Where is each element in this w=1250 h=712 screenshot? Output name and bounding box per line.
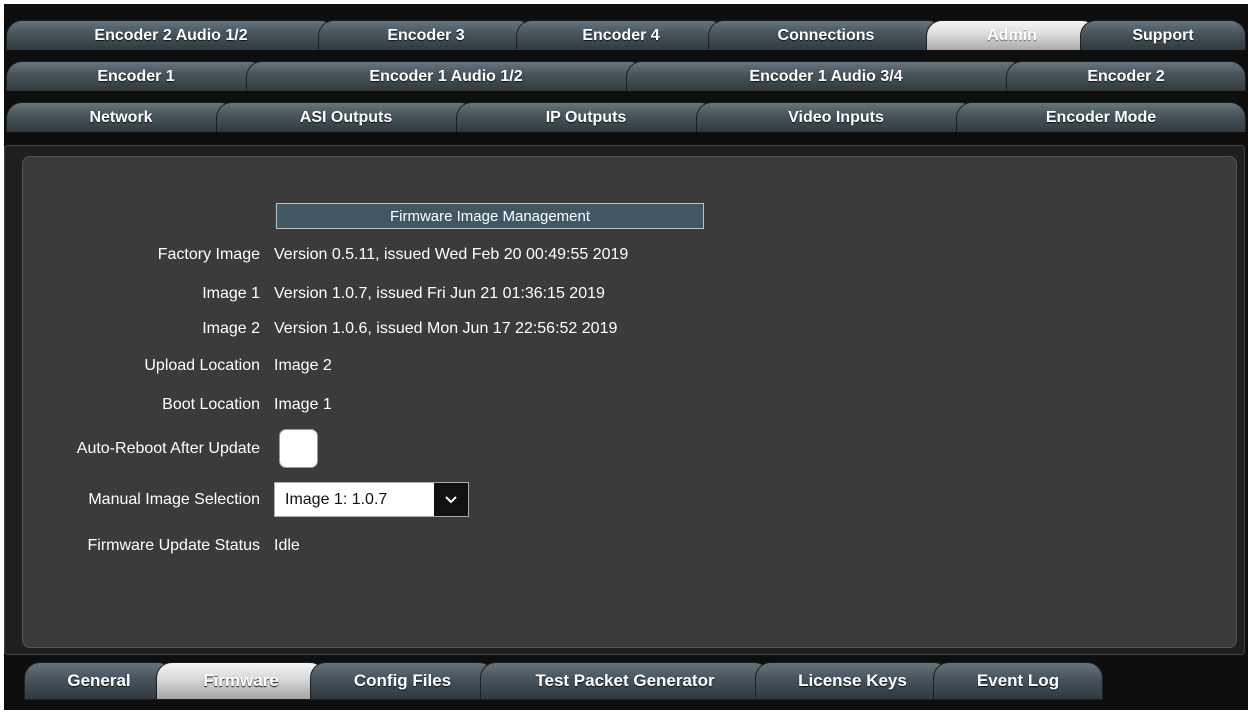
tab-label: Encoder 2 Audio 1/2 xyxy=(94,26,248,44)
auto-reboot-label: Auto-Reboot After Update xyxy=(76,440,260,457)
tab-label: License Keys xyxy=(798,671,907,690)
tab-encoder-3[interactable]: Encoder 3 xyxy=(318,20,534,50)
tab-support[interactable]: Support xyxy=(1080,20,1246,50)
tab-encoder-4[interactable]: Encoder 4 xyxy=(516,20,726,50)
tab-label: Encoder 1 xyxy=(97,67,175,85)
tab-encoder-1-audio-3-4[interactable]: Encoder 1 Audio 3/4 xyxy=(626,61,1026,91)
tab-config-files[interactable]: Config Files xyxy=(310,662,495,700)
boot-location-label: Boot Location xyxy=(162,396,260,413)
boot-location-value: Image 1 xyxy=(274,396,332,413)
tab-label: Firmware xyxy=(203,671,279,690)
tab-label: Config Files xyxy=(353,671,452,690)
tab-admin[interactable]: Admin xyxy=(926,20,1098,50)
tab-label: Connections xyxy=(777,26,875,44)
tab-label: ASI Outputs xyxy=(299,108,393,126)
manual-selection-label: Manual Image Selection xyxy=(88,491,260,508)
tab-asi-outputs[interactable]: ASI Outputs xyxy=(216,102,476,132)
tab-encoder-mode[interactable]: Encoder Mode xyxy=(956,102,1246,132)
tab-label: Video Inputs xyxy=(788,108,884,126)
tab-connections[interactable]: Connections xyxy=(708,20,944,50)
manual-image-select[interactable]: Image 1: 1.0.7 xyxy=(274,482,469,517)
tab-label: Test Packet Generator xyxy=(535,671,715,690)
upload-location-value: Image 2 xyxy=(274,357,332,374)
tab-encoder-1-audio-1-2[interactable]: Encoder 1 Audio 1/2 xyxy=(246,61,646,91)
tab-event-log[interactable]: Event Log xyxy=(933,662,1103,700)
tab-encoder-2-audio-1-2[interactable]: Encoder 2 Audio 1/2 xyxy=(6,20,336,50)
tab-label: Encoder 4 xyxy=(582,26,660,44)
chevron-down-icon[interactable] xyxy=(434,483,468,516)
tab-ip-outputs[interactable]: IP Outputs xyxy=(456,102,716,132)
factory-image-label: Factory Image xyxy=(157,246,260,263)
tab-firmware[interactable]: Firmware xyxy=(156,662,326,700)
image-1-value: Version 1.0.7, issued Fri Jun 21 01:36:1… xyxy=(274,285,605,302)
tab-row-2: Encoder 1 Encoder 1 Audio 1/2 Encoder 1 … xyxy=(6,61,1246,91)
update-status-value: Idle xyxy=(274,537,300,554)
tab-label: IP Outputs xyxy=(545,108,627,126)
tab-encoder-1[interactable]: Encoder 1 xyxy=(6,61,266,91)
tab-label: Encoder 1 Audio 1/2 xyxy=(369,67,523,85)
section-header: Firmware Image Management xyxy=(276,203,704,229)
tab-label: Admin xyxy=(987,26,1037,44)
tab-label: Event Log xyxy=(976,671,1060,690)
tab-label: Encoder 3 xyxy=(387,26,465,44)
tab-general[interactable]: General xyxy=(24,662,174,700)
image-1-label: Image 1 xyxy=(202,285,260,302)
upload-location-label: Upload Location xyxy=(144,357,260,374)
auto-reboot-checkbox[interactable] xyxy=(279,429,318,468)
tab-label: Encoder 2 xyxy=(1087,67,1165,85)
tab-test-packet-generator[interactable]: Test Packet Generator xyxy=(480,662,770,700)
tab-label: Encoder Mode xyxy=(1045,108,1157,126)
factory-image-value: Version 0.5.11, issued Wed Feb 20 00:49:… xyxy=(274,246,629,263)
image-2-value: Version 1.0.6, issued Mon Jun 17 22:56:5… xyxy=(274,320,618,337)
tab-label: General xyxy=(67,671,131,690)
tab-license-keys[interactable]: License Keys xyxy=(755,662,950,700)
tab-encoder-2[interactable]: Encoder 2 xyxy=(1006,61,1246,91)
tab-row-3: Network ASI Outputs IP Outputs Video Inp… xyxy=(6,102,1246,132)
tab-label: Support xyxy=(1132,26,1194,44)
update-status-label: Firmware Update Status xyxy=(87,537,260,554)
select-value: Image 1: 1.0.7 xyxy=(285,491,388,508)
image-2-label: Image 2 xyxy=(202,320,260,337)
tab-row-1: Encoder 2 Audio 1/2 Encoder 3 Encoder 4 … xyxy=(6,20,1246,50)
tab-network[interactable]: Network xyxy=(6,102,236,132)
bottom-tab-bar: General Firmware Config Files Test Packe… xyxy=(24,662,1120,700)
tab-label: Network xyxy=(89,108,153,126)
tab-label: Encoder 1 Audio 3/4 xyxy=(749,67,903,85)
tab-video-inputs[interactable]: Video Inputs xyxy=(696,102,976,132)
